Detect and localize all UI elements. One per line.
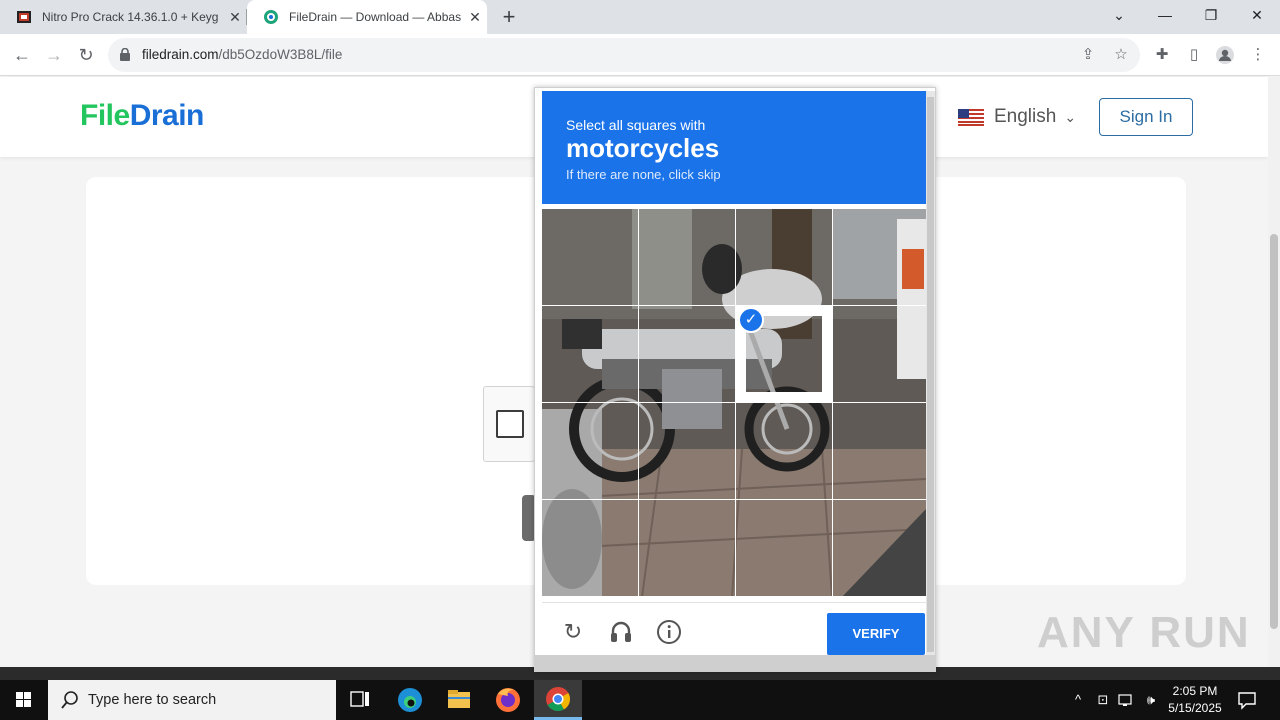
challenge-scrollbar[interactable] bbox=[926, 91, 935, 658]
audio-challenge-icon[interactable] bbox=[608, 619, 634, 645]
captcha-checkbox[interactable] bbox=[496, 410, 524, 438]
url-path: /db5OzdoW3B8L/file bbox=[218, 47, 343, 62]
profile-avatar-icon[interactable] bbox=[1215, 46, 1235, 64]
back-button[interactable]: ← bbox=[9, 42, 35, 68]
language-selector[interactable]: English ⌄ bbox=[958, 105, 1076, 129]
firefox-icon[interactable] bbox=[484, 680, 532, 720]
url-domain: filedrain.com bbox=[142, 47, 219, 62]
menu-kebab-icon[interactable]: ⋮ bbox=[1248, 46, 1268, 64]
lock-icon[interactable] bbox=[120, 47, 130, 61]
captcha-instructions: Select all squares with motorcycles If t… bbox=[542, 91, 926, 204]
chevron-down-icon: ⌄ bbox=[1064, 108, 1077, 125]
clock-date: 5/15/2025 bbox=[1168, 701, 1222, 715]
tab-search-icon[interactable]: ⌄ bbox=[1096, 0, 1142, 30]
tab-title: Nitro Pro Crack 14.36.1.0 + Keyg bbox=[42, 10, 219, 24]
edge-browser-icon[interactable] bbox=[386, 680, 434, 720]
anyrun-watermark: ANY RUN bbox=[1037, 608, 1251, 657]
info-icon[interactable] bbox=[656, 619, 682, 645]
captcha-tile[interactable] bbox=[833, 306, 929, 402]
clock-time: 2:05 PM bbox=[1172, 684, 1218, 698]
page-favicon-icon bbox=[16, 9, 32, 25]
captcha-tile[interactable] bbox=[833, 500, 929, 596]
browser-toolbar: ← → ↻ filedrain.com/db5OzdoW3B8L/file ⇪ … bbox=[0, 34, 1280, 76]
reload-button[interactable]: ↻ bbox=[73, 42, 99, 68]
skip-hint: If there are none, click skip bbox=[566, 167, 721, 182]
challenge-scrollbar-thumb[interactable] bbox=[927, 97, 934, 652]
captcha-checkbox-widget bbox=[483, 386, 535, 462]
minimize-button[interactable]: — bbox=[1142, 0, 1188, 30]
captcha-tile[interactable] bbox=[639, 209, 735, 305]
close-window-button[interactable]: ✕ bbox=[1234, 0, 1280, 30]
logo-part1: File bbox=[80, 99, 130, 132]
captcha-tile[interactable] bbox=[736, 403, 832, 499]
forward-button[interactable]: → bbox=[41, 42, 67, 68]
verify-button[interactable]: VERIFY bbox=[827, 613, 925, 655]
search-placeholder: Type here to search bbox=[88, 692, 217, 708]
target-object: motorcycles bbox=[566, 133, 720, 163]
share-icon[interactable]: ⇪ bbox=[1078, 46, 1098, 64]
captcha-image-grid bbox=[542, 209, 926, 597]
volume-icon[interactable]: 🕪 bbox=[1141, 690, 1161, 710]
show-hidden-icons-icon[interactable]: ^ bbox=[1068, 690, 1088, 710]
tab-nitro[interactable]: Nitro Pro Crack 14.36.1.0 + Keyg ✕ bbox=[0, 0, 247, 34]
taskbar-search-box[interactable]: Type here to search bbox=[48, 680, 336, 720]
taskbar-clock[interactable]: 2:05 PM 5/15/2025 bbox=[1160, 683, 1230, 717]
tab-title: FileDrain — Download — Abbas bbox=[289, 10, 462, 24]
captcha-tile[interactable] bbox=[736, 500, 832, 596]
search-icon bbox=[60, 690, 80, 710]
captcha-tile[interactable] bbox=[542, 209, 638, 305]
tile-selected-check-icon: ✓ bbox=[738, 307, 764, 333]
address-bar[interactable]: filedrain.com/db5OzdoW3B8L/file ⇪ ☆ bbox=[108, 38, 1140, 72]
tab-filedrain[interactable]: FileDrain — Download — Abbas ✕ bbox=[247, 0, 487, 34]
captcha-challenge: Select all squares with motorcycles If t… bbox=[534, 87, 936, 672]
scrollbar-thumb[interactable] bbox=[1270, 234, 1278, 629]
file-explorer-icon[interactable] bbox=[435, 680, 483, 720]
reload-challenge-icon[interactable]: ↻ bbox=[560, 619, 586, 645]
captcha-tile[interactable] bbox=[542, 306, 638, 402]
notification-center-icon[interactable] bbox=[1236, 690, 1258, 710]
captcha-tile[interactable] bbox=[542, 403, 638, 499]
new-tab-button[interactable]: + bbox=[497, 4, 521, 30]
task-view-icon[interactable] bbox=[336, 680, 384, 720]
chrome-icon[interactable] bbox=[534, 680, 582, 720]
filedrain-favicon-icon bbox=[263, 9, 279, 25]
us-flag-icon bbox=[958, 108, 984, 126]
captcha-tile[interactable] bbox=[736, 209, 832, 305]
tray-device-icon[interactable]: ⊡ bbox=[1093, 690, 1113, 710]
close-tab-icon[interactable]: ✕ bbox=[223, 9, 247, 26]
side-panel-icon[interactable]: ▯ bbox=[1184, 46, 1204, 64]
url-text: filedrain.com/db5OzdoW3B8L/file bbox=[142, 47, 342, 62]
challenge-bottom-bar bbox=[535, 655, 935, 671]
network-icon[interactable] bbox=[1117, 690, 1137, 710]
restore-button[interactable]: ❐ bbox=[1188, 0, 1234, 30]
page-scrollbar[interactable] bbox=[1268, 77, 1280, 667]
windows-start-button[interactable] bbox=[0, 680, 48, 720]
sign-in-button[interactable]: Sign In bbox=[1099, 98, 1193, 136]
filedrain-logo[interactable]: FileDrain bbox=[80, 99, 204, 133]
captcha-tile[interactable] bbox=[639, 500, 735, 596]
close-tab-icon[interactable]: ✕ bbox=[463, 9, 487, 26]
logo-part2: Drain bbox=[129, 99, 205, 132]
tab-strip: Nitro Pro Crack 14.36.1.0 + Keyg ✕ FileD… bbox=[0, 0, 1280, 34]
captcha-footer: ↻ VERIFY bbox=[542, 602, 926, 655]
language-label: English bbox=[994, 106, 1057, 127]
captcha-tile[interactable] bbox=[833, 403, 929, 499]
captcha-tile[interactable] bbox=[833, 209, 929, 305]
instruction-line: Select all squares with bbox=[566, 117, 706, 133]
extensions-puzzle-icon[interactable]: ✚ bbox=[1152, 46, 1172, 64]
captcha-tile[interactable] bbox=[639, 403, 735, 499]
captcha-tile[interactable] bbox=[639, 306, 735, 402]
windows-taskbar: Type here to search ^ ⊡ 🕪 2:05 PM 5/15/2… bbox=[0, 680, 1280, 720]
captcha-tile[interactable] bbox=[542, 500, 638, 596]
bookmark-star-icon[interactable]: ☆ bbox=[1111, 46, 1131, 64]
